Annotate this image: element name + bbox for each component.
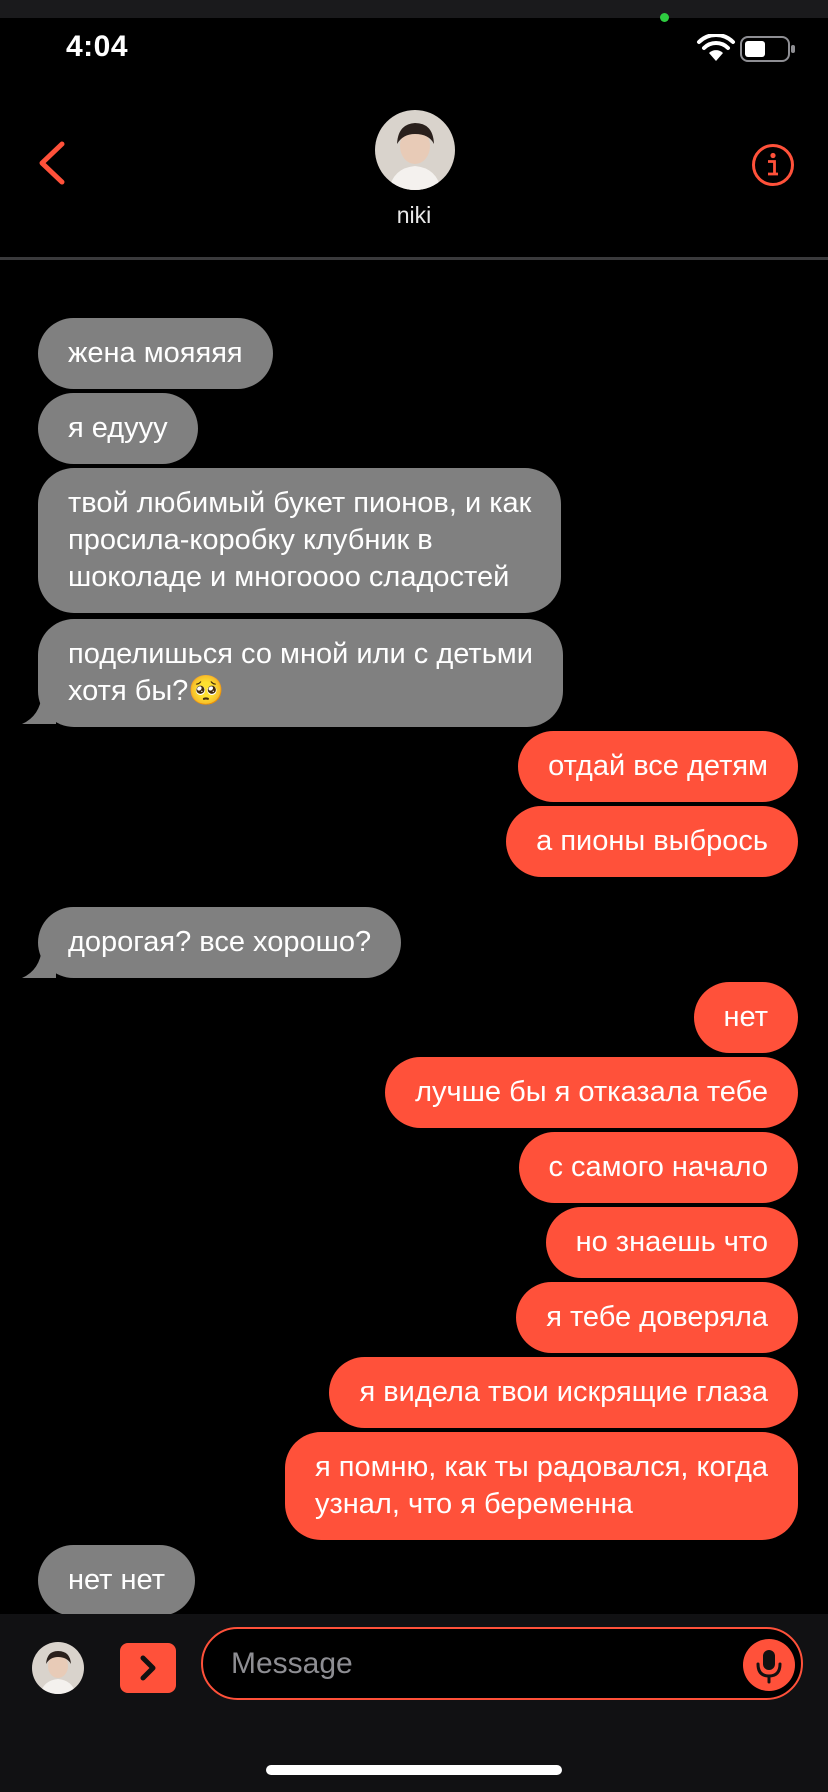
microphone-button[interactable] — [743, 1639, 795, 1691]
message-field[interactable] — [201, 1627, 803, 1700]
pleading-face-emoji: 🥺 — [188, 675, 225, 707]
message-line: шоколаде и многоооо сладостей — [68, 561, 510, 593]
message-bubble-incoming[interactable]: я едууу — [38, 393, 198, 464]
header-divider — [0, 257, 828, 260]
chat-screen: 4:04 niki жена мояяяя я едууу твой любим… — [0, 0, 828, 1792]
message-text: я видела твои искрящие глаза — [359, 1376, 768, 1408]
message-bubble-outgoing[interactable]: я помню, как ты радовался, когда узнал, … — [284, 1432, 798, 1540]
message-text: но знаешь что — [575, 1226, 768, 1258]
message-line: твой любимый букет пионов, и как — [68, 487, 532, 519]
wifi-icon — [697, 34, 735, 61]
status-time: 4:04 — [66, 30, 129, 63]
message-text: жена мояяяя — [68, 337, 243, 369]
message-bubble-incoming[interactable]: жена мояяяя — [38, 318, 273, 389]
microphone-icon — [756, 1650, 782, 1684]
message-text: нет — [723, 1001, 768, 1033]
message-line: узнал, что я беременна — [314, 1488, 633, 1520]
message-bubble-outgoing[interactable]: нет — [693, 982, 798, 1053]
message-bubble-incoming[interactable]: твой любимый букет пионов, и как просила… — [38, 468, 562, 613]
message-bubble-outgoing[interactable]: отдай все детям — [518, 731, 798, 802]
message-bubble-incoming[interactable]: поделишься со мной или с детьми хотя бы?… — [38, 619, 563, 727]
expand-button[interactable] — [120, 1643, 176, 1693]
message-line: просила-коробку клубник в — [68, 524, 433, 556]
chevron-right-icon — [140, 1655, 156, 1681]
user-avatar[interactable] — [32, 1642, 84, 1694]
message-bubble-incoming[interactable]: дорогая? все хорошо? — [38, 907, 402, 978]
message-text: лучше бы я отказала тебе — [415, 1076, 768, 1108]
message-line: хотя бы? — [68, 675, 189, 707]
contact-avatar[interactable] — [375, 110, 455, 190]
message-bubble-incoming[interactable]: нет нет — [38, 1545, 195, 1616]
contact-name[interactable]: niki — [0, 202, 828, 229]
message-text: я едууу — [68, 412, 168, 444]
back-chevron-icon[interactable] — [32, 138, 72, 188]
message-text: с самого начало — [548, 1151, 769, 1183]
message-input[interactable] — [231, 1643, 711, 1685]
message-line: я помню, как ты радовался, когда — [314, 1451, 768, 1483]
message-text: а пионы выбрось — [536, 825, 768, 857]
home-indicator[interactable] — [266, 1765, 562, 1775]
message-text: я тебе доверяла — [546, 1301, 768, 1333]
message-bubble-outgoing[interactable]: но знаешь что — [545, 1207, 798, 1278]
battery-icon — [740, 36, 795, 62]
message-bubble-outgoing[interactable]: а пионы выбрось — [506, 806, 798, 877]
camera-indicator-dot — [660, 13, 669, 22]
message-text: отдай все детям — [548, 750, 768, 782]
message-bubble-outgoing[interactable]: я тебе доверяла — [516, 1282, 798, 1353]
message-bubble-outgoing[interactable]: лучше бы я отказала тебе — [385, 1057, 798, 1128]
message-bubble-outgoing[interactable]: я видела твои искрящие глаза — [329, 1357, 798, 1428]
message-text: нет нет — [68, 1564, 165, 1596]
message-text: дорогая? все хорошо? — [68, 926, 372, 958]
message-bubble-outgoing[interactable]: с самого начало — [518, 1132, 798, 1203]
top-edge — [0, 0, 828, 18]
info-icon[interactable] — [751, 143, 795, 187]
message-line: поделишься со мной или с детьми — [68, 638, 533, 670]
